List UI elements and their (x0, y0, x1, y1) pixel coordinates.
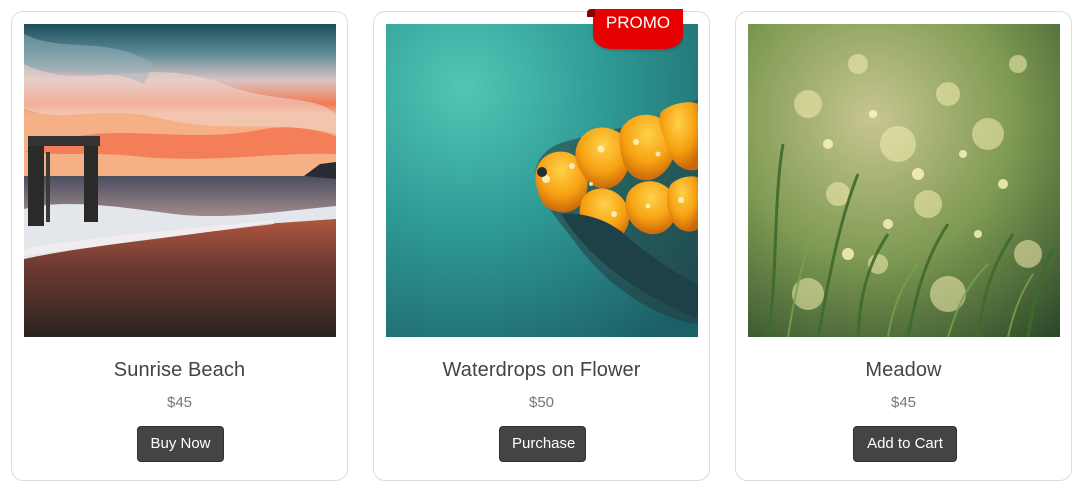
product-title: Meadow (865, 359, 942, 381)
sunrise-beach-photo[interactable] (24, 24, 336, 337)
buy-now-button[interactable]: Buy Now (137, 426, 224, 462)
product-card-waterdrops-on-flower: PROMO Waterdrops on Flower $50 Purchase (373, 9, 710, 481)
product-card-meadow: Meadow $45 Add to Cart (735, 11, 1072, 481)
product-price: $45 (890, 394, 917, 411)
promo-badge: PROMO (587, 9, 683, 49)
product-title: Sunrise Beach (113, 359, 246, 381)
product-price: $45 (166, 394, 193, 411)
add-to-cart-button[interactable]: Add to Cart (853, 426, 957, 462)
waterdrops-flower-photo[interactable] (386, 24, 698, 337)
product-title: Waterdrops on Flower (442, 359, 641, 381)
purchase-button[interactable]: Purchase (499, 426, 586, 462)
meadow-photo[interactable] (748, 24, 1060, 337)
product-card-sunrise-beach: Sunrise Beach $45 Buy Now (11, 11, 348, 481)
product-grid: Sunrise Beach $45 Buy Now PROMO Waterdro… (0, 0, 1083, 490)
product-price: $50 (528, 394, 555, 411)
